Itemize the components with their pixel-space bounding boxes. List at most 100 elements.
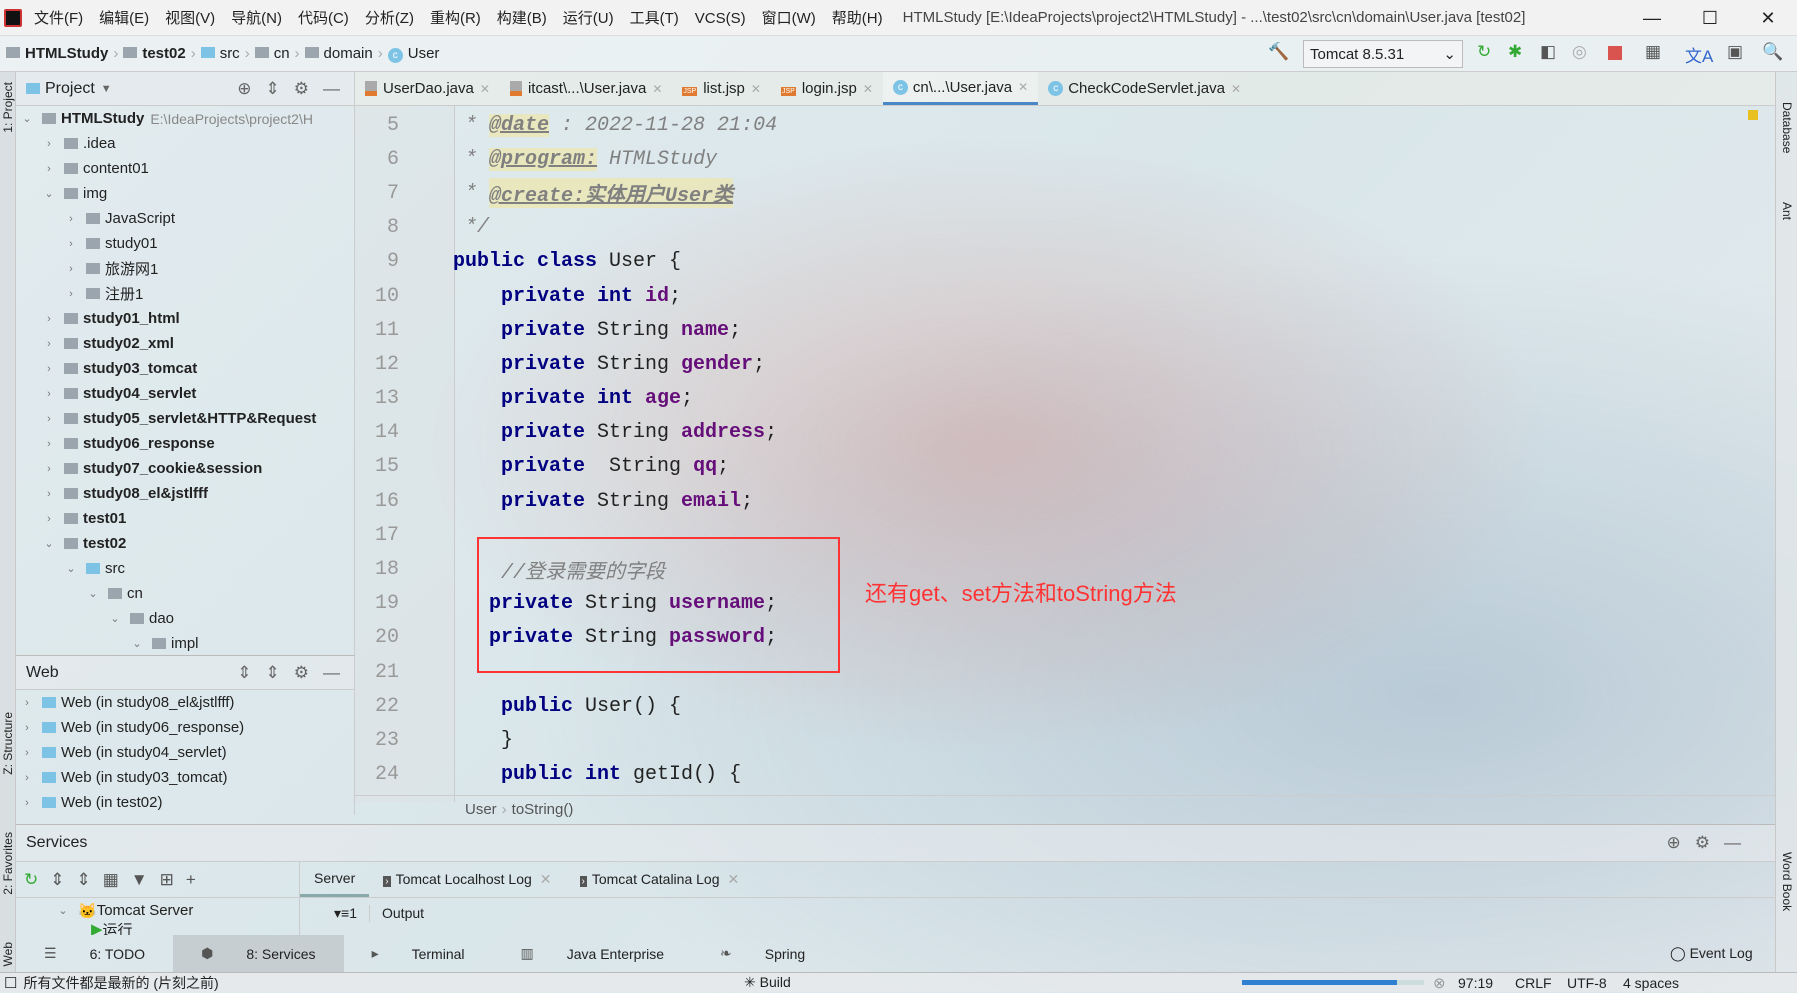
chevron-down-icon[interactable]: ⌄ [64,562,78,575]
tool-web[interactable]: Web [1,942,15,966]
terminal-window-icon[interactable]: ▣ [1727,42,1743,62]
tree-item[interactable]: › study03_tomcat [16,356,354,381]
chevron-right-icon[interactable]: › [20,722,34,734]
rerun-icon[interactable]: ↻ [1477,42,1491,62]
caret-position[interactable]: 97:19 [1458,975,1493,991]
line-separator[interactable]: CRLF [1515,975,1552,991]
tool-database[interactable]: Database [1780,102,1794,153]
close-tab-icon[interactable]: ✕ [728,871,740,887]
chevron-right-icon[interactable]: › [20,697,34,709]
breadcrumb-item[interactable]: src [200,45,240,62]
chevron-right-icon[interactable]: › [42,438,56,450]
chevron-down-icon[interactable]: ⌄ [130,637,144,650]
close-tab-icon[interactable]: ✕ [1018,80,1028,94]
editor-tab[interactable]: c cn\...\User.java ✕ [882,72,1039,105]
menu-item[interactable]: 分析(Z) [365,10,414,27]
menu-item[interactable]: 工具(T) [630,10,679,27]
chevron-right-icon[interactable]: › [42,138,56,150]
minimize-button[interactable]: — [1623,0,1681,36]
tree-root[interactable]: ⌄ HTMLStudy E:\IdeaProjects\project2\H [16,106,354,131]
tree-item[interactable]: › content01 [16,156,354,181]
menu-item[interactable]: 导航(N) [231,10,282,27]
tool-window-tab[interactable]: ☰ 6: TODO [16,935,173,972]
tomcat-server-node[interactable]: ⌄ 🐱 Tomcat Server [16,898,299,923]
tree-item[interactable]: ⌄ src [16,556,354,581]
menu-item[interactable]: 代码(C) [298,10,349,27]
chevron-right-icon[interactable]: › [64,238,78,250]
tool-window-tab[interactable]: ❧ Spring [692,935,833,972]
maximize-button[interactable]: ☐ [1681,0,1739,36]
chevron-right-icon[interactable]: › [64,213,78,225]
build-status[interactable]: ✳ Build [744,974,791,991]
close-tab-icon[interactable]: ✕ [480,82,490,96]
close-tab-icon[interactable]: ✕ [751,82,761,96]
chevron-right-icon[interactable]: › [42,488,56,500]
services-tab[interactable]: Server [300,862,370,897]
tool-word-book[interactable]: Word Book [1780,852,1794,911]
editor-tab[interactable]: c CheckCodeServlet.java ✕ [1038,72,1251,105]
tree-item[interactable]: › study05_servlet&HTTP&Request [16,406,354,431]
menu-item[interactable]: 窗口(W) [762,10,816,27]
tree-item[interactable]: › study01_html [16,306,354,331]
editor-tab[interactable]: UserDao.java ✕ [355,72,500,105]
panel-actions[interactable]: ⇕⇕⚙— [237,663,354,683]
tree-item[interactable]: › 旅游网1 [16,256,354,281]
close-tab-icon[interactable]: ✕ [1231,82,1241,96]
breadcrumb-item[interactable]: HTMLStudy [6,45,108,62]
menu-item[interactable]: 运行(U) [563,10,614,27]
menu-item[interactable]: 重构(R) [430,10,481,27]
close-button[interactable]: ✕ [1739,0,1797,36]
chevron-right-icon[interactable]: › [20,772,34,784]
tree-item[interactable]: › study02_xml [16,331,354,356]
editor-tab[interactable]: JSP login.jsp ✕ [771,72,883,105]
breadcrumb-item[interactable]: cn [254,45,290,62]
close-tab-icon[interactable]: ✕ [652,82,662,96]
services-toolbar[interactable]: ↻ ⇕⇕▦▼⊞+ [16,862,299,898]
tree-item[interactable]: ⌄ cn [16,581,354,606]
profile-icon[interactable]: ◎ [1572,42,1587,62]
tree-item[interactable]: › test01 [16,506,354,531]
code-editor[interactable]: 5 * @date : 2022-11-28 21:04 6 * @program… [355,108,777,792]
chevron-right-icon[interactable]: › [42,388,56,400]
tool-project[interactable]: 1: Project [1,82,15,133]
dropdown-icon[interactable]: ▼ [101,83,112,95]
tree-item[interactable]: ⌄ impl [16,631,354,656]
web-item[interactable]: › Web (in test02) [16,790,354,815]
breadcrumb-item[interactable]: test02 [123,45,186,62]
build-hammer-icon[interactable]: 🔨 [1268,42,1289,62]
tree-item[interactable]: › JavaScript [16,206,354,231]
chevron-right-icon[interactable]: › [42,363,56,375]
coverage-icon[interactable]: ◧ [1540,42,1556,62]
chevron-right-icon[interactable]: › [42,413,56,425]
tool-ant[interactable]: Ant [1780,202,1794,220]
search-icon[interactable]: 🔍 [1762,42,1783,62]
chevron-right-icon[interactable]: › [20,797,34,809]
chevron-right-icon[interactable]: › [20,747,34,759]
panel-actions[interactable]: ⊕⚙— [1667,833,1755,853]
panel-actions[interactable]: ⊕⇕⚙— [237,79,354,99]
chevron-right-icon[interactable]: › [42,163,56,175]
tool-window-tab[interactable]: ▸ Terminal [344,935,493,972]
menu-item[interactable]: VCS(S) [695,10,746,27]
menu-item[interactable]: 编辑(E) [99,10,149,27]
chevron-right-icon[interactable]: › [64,288,78,300]
event-log-button[interactable]: ◯ Event Log [1670,945,1753,962]
breadcrumb-item[interactable]: domain [304,45,373,62]
chevron-down-icon[interactable]: ⌄ [42,187,56,200]
web-item[interactable]: › Web (in study03_tomcat) [16,765,354,790]
tree-item[interactable]: › study04_servlet [16,381,354,406]
tree-item[interactable]: ⌄ dao [16,606,354,631]
chevron-down-icon[interactable]: ⌄ [108,612,122,625]
chevron-right-icon[interactable]: › [42,513,56,525]
cancel-progress-icon[interactable]: ⊗ [1433,974,1446,992]
stop-icon[interactable] [1608,46,1622,60]
chevron-down-icon[interactable]: ⌄ [42,537,56,550]
chevron-down-icon[interactable]: ⌄ [86,587,100,600]
chevron-right-icon[interactable]: › [42,313,56,325]
warning-marker[interactable] [1748,110,1758,120]
menu-item[interactable]: 文件(F) [34,10,83,27]
tool-structure[interactable]: Z: Structure [1,712,15,775]
breadcrumb-item[interactable]: c User [387,45,439,63]
chevron-right-icon[interactable]: › [42,338,56,350]
web-item[interactable]: › Web (in study08_el&jstlfff) [16,690,354,715]
